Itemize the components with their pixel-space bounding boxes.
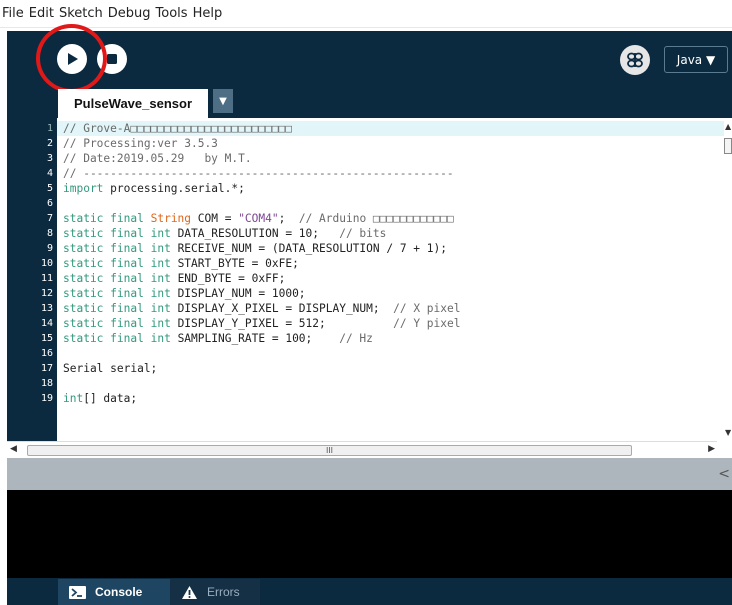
code-line[interactable]: int[] data;	[63, 391, 713, 406]
line-number: 10	[40, 258, 53, 269]
code-editor[interactable]: 1 2 3 4 5 6 7 8 9 10 11 12 13 14 15 16 1…	[7, 118, 732, 441]
console-tab-label: Console	[95, 585, 143, 599]
line-number: 7	[46, 213, 53, 224]
code-line[interactable]: static final int RECEIVE_NUM = (DATA_RES…	[63, 241, 713, 256]
run-button[interactable]	[57, 44, 87, 74]
tab-errors[interactable]: Errors	[170, 579, 260, 605]
code-line[interactable]	[63, 196, 713, 211]
code-line[interactable]: static final int DISPLAY_X_PIXEL = DISPL…	[63, 301, 713, 316]
line-number: 2	[46, 138, 53, 149]
menu-tools[interactable]: Tools	[156, 6, 192, 21]
debug-butterfly-icon[interactable]	[620, 45, 650, 75]
code-line[interactable]: // Date:2019.05.29 by M.T.	[63, 151, 713, 166]
line-number: 14	[40, 318, 53, 329]
code-line[interactable]: static final int DISPLAY_Y_PIXEL = 512; …	[63, 316, 713, 331]
console-icon	[69, 585, 86, 599]
code-line[interactable]	[63, 376, 713, 391]
scroll-left-arrow-icon[interactable]: ◀	[10, 444, 17, 454]
code-line[interactable]: static final int DISPLAY_NUM = 1000;	[63, 286, 713, 301]
line-number: 11	[40, 273, 53, 284]
line-number: 19	[40, 393, 53, 404]
scroll-right-arrow-icon[interactable]: ▶	[708, 444, 715, 454]
line-number: 5	[46, 183, 53, 194]
menu-sketch[interactable]: Sketch	[59, 6, 107, 21]
code-line[interactable]: static final int DATA_RESOLUTION = 10; /…	[63, 226, 713, 241]
horizontal-scrollbar[interactable]: ◀ III ▶	[7, 441, 717, 458]
menu-bar: File Edit Sketch Debug Tools Help	[0, 0, 732, 28]
line-number: 17	[40, 363, 53, 374]
mode-selector[interactable]: Java ▼	[664, 46, 728, 73]
code-line[interactable]	[63, 346, 713, 361]
butterfly-glyph	[627, 52, 643, 68]
line-number: 1	[46, 123, 53, 134]
code-line[interactable]: static final String COM = "COM4"; // Ard…	[63, 211, 713, 226]
code-line[interactable]: // Processing:ver 3.5.3	[63, 136, 713, 151]
message-bar: <	[7, 458, 732, 490]
stop-icon	[107, 54, 117, 64]
code-line[interactable]: import processing.serial.*;	[63, 181, 713, 196]
line-number: 15	[40, 333, 53, 344]
line-number: 9	[46, 243, 53, 254]
line-number: 13	[40, 303, 53, 314]
horizontal-scroll-thumb[interactable]: III	[27, 445, 632, 456]
tab-menu-button[interactable]: ▼	[213, 89, 233, 113]
line-number-gutter: 1 2 3 4 5 6 7 8 9 10 11 12 13 14 15 16 1…	[7, 118, 57, 441]
scroll-up-arrow-icon[interactable]: ▲	[725, 122, 731, 131]
menu-edit[interactable]: Edit	[29, 6, 58, 21]
tab-pulsewave-sensor[interactable]: PulseWave_sensor	[58, 89, 208, 118]
play-icon	[68, 53, 78, 65]
code-line[interactable]: // -------------------------------------…	[63, 166, 713, 181]
line-number: 8	[46, 228, 53, 239]
line-number: 6	[46, 198, 53, 209]
collapse-console-icon[interactable]: <	[718, 466, 730, 482]
code-text[interactable]: // Grove-A□□□□□□□□□□□□□□□□□□□□□□□□// Pro…	[63, 121, 713, 406]
code-line[interactable]: static final int END_BYTE = 0xFF;	[63, 271, 713, 286]
vertical-scrollbar[interactable]: ▲ ▼	[724, 118, 732, 441]
errors-tab-label: Errors	[207, 585, 240, 599]
code-line[interactable]: static final int START_BYTE = 0xFE;	[63, 256, 713, 271]
line-number: 3	[46, 153, 53, 164]
line-number: 16	[40, 348, 53, 359]
menu-help[interactable]: Help	[193, 6, 227, 21]
scroll-down-arrow-icon[interactable]: ▼	[725, 428, 731, 437]
stop-button[interactable]	[97, 44, 127, 74]
warning-icon	[181, 585, 198, 599]
tab-console[interactable]: Console	[58, 579, 170, 605]
menu-file[interactable]: File	[2, 6, 28, 21]
menu-debug[interactable]: Debug	[108, 6, 155, 21]
code-line[interactable]: // Grove-A□□□□□□□□□□□□□□□□□□□□□□□□	[63, 121, 713, 136]
code-line[interactable]: static final int SAMPLING_RATE = 100; //…	[63, 331, 713, 346]
line-number: 18	[40, 378, 53, 389]
line-number: 12	[40, 288, 53, 299]
line-number: 4	[46, 168, 53, 179]
console-output[interactable]	[7, 490, 732, 578]
code-line[interactable]: Serial serial;	[63, 361, 713, 376]
vertical-scroll-thumb[interactable]	[724, 138, 732, 154]
